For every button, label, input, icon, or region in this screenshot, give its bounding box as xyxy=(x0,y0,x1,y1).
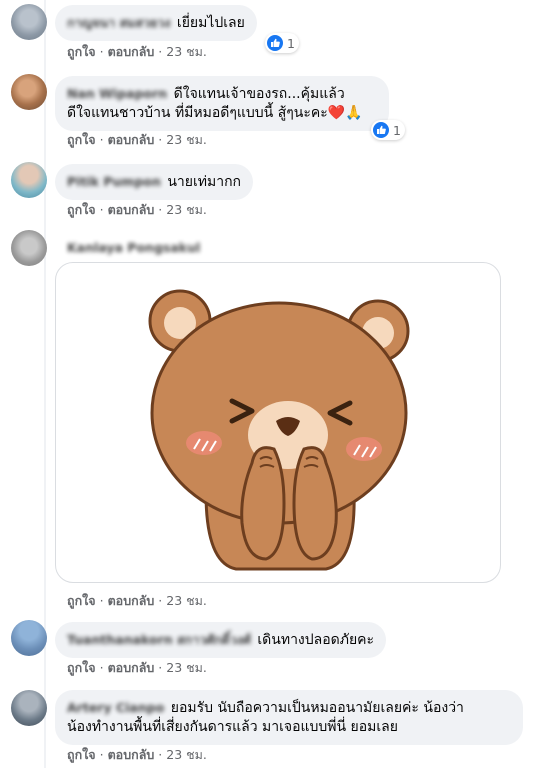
comment-author[interactable]: กาญจนา สมสวยวง xyxy=(67,13,170,32)
reply-link[interactable]: ตอบกลับ xyxy=(108,658,155,678)
reply-link[interactable]: ตอบกลับ xyxy=(108,42,155,62)
comment-text-line-1: ดีใจแทนเจ้าของรถ...คุ้มแล้ว xyxy=(173,86,345,102)
comment-actions: ถูกใจ · ตอบกลับ · 23 ชม. xyxy=(67,745,207,765)
comment-author[interactable]: Nan Wipaporn xyxy=(67,84,167,103)
comment-bubble: Pitik Pumpon นายเท่มากก xyxy=(55,164,254,200)
comment-bubble: Artery Cianpo ยอมรับ นับถือความเป็นหมออน… xyxy=(55,690,523,745)
avatar[interactable] xyxy=(11,230,47,266)
comment-author[interactable]: Pitik Pumpon xyxy=(67,172,161,191)
timestamp[interactable]: 23 ชม. xyxy=(166,200,207,220)
comment-actions: ถูกใจ · ตอบกลับ · 23 ชม. xyxy=(67,591,207,611)
like-link[interactable]: ถูกใจ xyxy=(67,591,96,611)
comment-text: เดินทางปลอดภัยคะ xyxy=(257,632,375,648)
comment-actions: ถูกใจ · ตอบกลับ · 23 ชม. xyxy=(67,200,207,220)
timestamp[interactable]: 23 ชม. xyxy=(166,658,207,678)
thread-line xyxy=(44,0,46,768)
reaction-summary[interactable]: 1 xyxy=(371,120,405,140)
avatar[interactable] xyxy=(11,74,47,110)
like-link[interactable]: ถูกใจ xyxy=(67,42,96,62)
avatar[interactable] xyxy=(11,690,47,726)
reply-link[interactable]: ตอบกลับ xyxy=(108,200,155,220)
comment-text: นายเท่มากก xyxy=(167,174,242,190)
sticker-image[interactable] xyxy=(55,262,501,583)
comment-author[interactable]: Kanlaya Pongsakul xyxy=(67,240,200,255)
reaction-summary[interactable]: 1 xyxy=(265,33,299,53)
comment-actions: ถูกใจ · ตอบกลับ · 23 ชม. xyxy=(67,42,207,62)
reply-link[interactable]: ตอบกลับ xyxy=(108,745,155,765)
avatar[interactable] xyxy=(11,4,47,40)
thumbs-up-icon xyxy=(373,122,389,138)
bear-covering-mouth-sticker xyxy=(148,289,410,571)
comment-actions: ถูกใจ · ตอบกลับ · 23 ชม. xyxy=(67,130,207,150)
like-link[interactable]: ถูกใจ xyxy=(67,745,96,765)
comment-author[interactable]: Artery Cianpo xyxy=(67,698,164,717)
comment-text-line-2: น้องทำงานพื้นที่เสี่ยงกันดารแล้ว มาเจอแบ… xyxy=(67,719,398,735)
like-link[interactable]: ถูกใจ xyxy=(67,200,96,220)
comment-text-line-2: ดีใจแทนชาวบ้าน ที่มีหมอดีๆแบบนี้ สู้ๆนะค… xyxy=(67,105,363,121)
timestamp[interactable]: 23 ชม. xyxy=(166,130,207,150)
comment-bubble: Nan Wipaporn ดีใจแทนเจ้าของรถ...คุ้มแล้ว… xyxy=(55,76,389,131)
reply-link[interactable]: ตอบกลับ xyxy=(108,591,155,611)
avatar[interactable] xyxy=(11,162,47,198)
reaction-count: 1 xyxy=(393,122,401,138)
reaction-count: 1 xyxy=(287,35,295,51)
timestamp[interactable]: 23 ชม. xyxy=(166,591,207,611)
comment-actions: ถูกใจ · ตอบกลับ · 23 ชม. xyxy=(67,658,207,678)
reply-link[interactable]: ตอบกลับ xyxy=(108,130,155,150)
timestamp[interactable]: 23 ชม. xyxy=(166,745,207,765)
comment-author[interactable]: Tuanthanakorn สกาวศักดิ์วงศ์ xyxy=(67,630,251,649)
like-link[interactable]: ถูกใจ xyxy=(67,658,96,678)
like-link[interactable]: ถูกใจ xyxy=(67,130,96,150)
avatar[interactable] xyxy=(11,620,47,656)
comment-text: เยี่ยมไปเลย xyxy=(176,15,245,31)
comment-text-line-1: ยอมรับ นับถือความเป็นหมออนามัยเลยค่ะ น้อ… xyxy=(170,700,464,716)
comment-bubble: Tuanthanakorn สกาวศักดิ์วงศ์ เดินทางปลอด… xyxy=(55,622,387,658)
thumbs-up-icon xyxy=(267,35,283,51)
timestamp[interactable]: 23 ชม. xyxy=(166,42,207,62)
comment-bubble: กาญจนา สมสวยวง เยี่ยมไปเลย xyxy=(55,5,257,41)
